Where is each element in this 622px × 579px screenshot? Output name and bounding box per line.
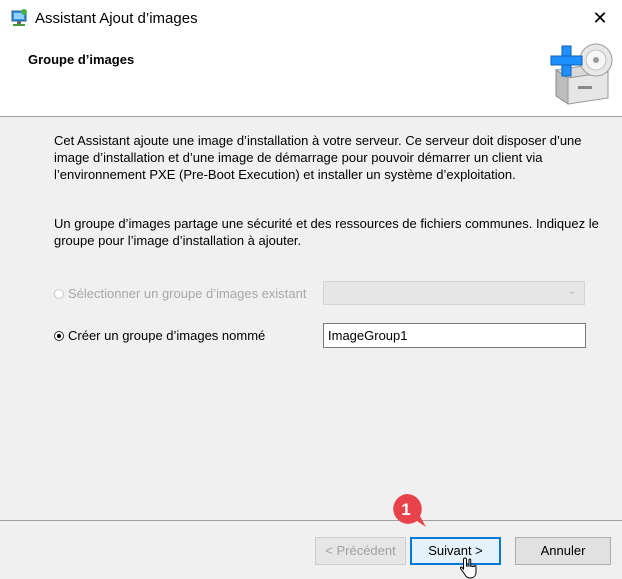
existing-group-label: Sélectionner un groupe d’images existant xyxy=(68,286,307,301)
close-icon[interactable]: ✕ xyxy=(588,6,612,30)
new-group-label[interactable]: Créer un groupe d’images nommé xyxy=(68,328,265,343)
page-title: Groupe d’images xyxy=(28,52,135,67)
hand-cursor-icon xyxy=(460,557,477,579)
step-badge: 1 xyxy=(393,493,426,527)
step-number: 1 xyxy=(401,500,410,519)
window-title: Assistant Ajout d’images xyxy=(35,10,198,27)
group-description-text: Un groupe d’images partage une sécurité … xyxy=(54,216,599,248)
new-group-radio[interactable] xyxy=(54,330,64,341)
add-image-disc-icon xyxy=(550,43,613,105)
existing-group-dropdown: ⌄ xyxy=(323,281,585,305)
cancel-button[interactable]: Annuler xyxy=(515,537,611,565)
next-button[interactable]: Suivant > xyxy=(410,537,501,565)
chevron-down-icon: ⌄ xyxy=(567,286,576,297)
title-bar: Assistant Ajout d’images ✕ xyxy=(0,0,622,38)
option-new-group[interactable]: Créer un groupe d’images nommé xyxy=(54,328,265,343)
wizard-header: Groupe d’images xyxy=(0,38,622,116)
intro-text: Cet Assistant ajoute une image d’install… xyxy=(54,133,582,182)
option-existing-group: Sélectionner un groupe d’images existant xyxy=(54,286,306,301)
group-name-input[interactable]: ImageGroup1 xyxy=(323,323,586,348)
previous-button: < Précédent xyxy=(315,537,406,565)
existing-group-radio xyxy=(54,288,64,299)
network-computer-icon xyxy=(11,9,27,26)
